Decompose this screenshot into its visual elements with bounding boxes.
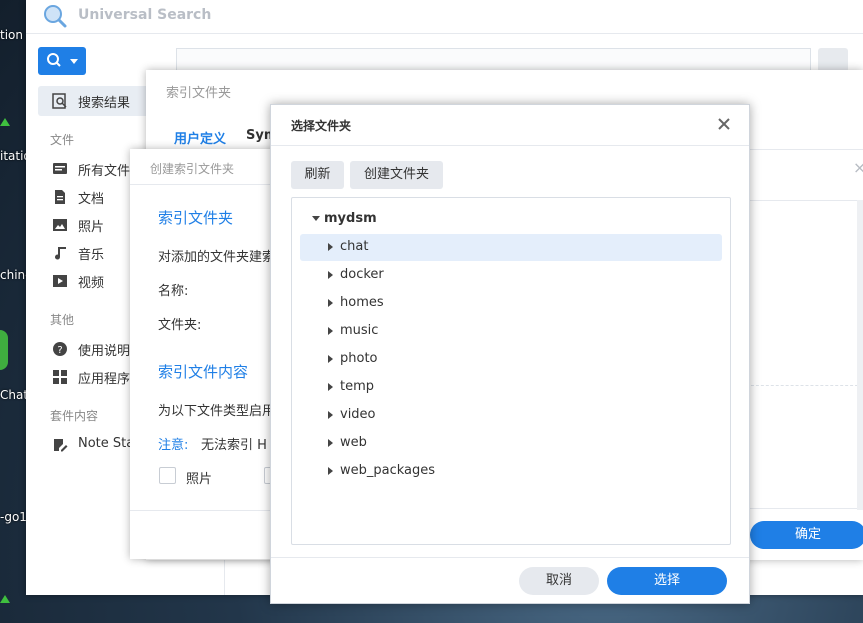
tree-item-label: docker bbox=[340, 267, 384, 282]
create-index-folder-dialog: 创建索引文件夹 索引文件夹 对添加的文件夹建索 名称: 文件夹: 索引文件内容 … bbox=[130, 149, 290, 559]
svg-text:?: ? bbox=[57, 345, 62, 356]
divider bbox=[746, 385, 863, 386]
search-results-icon bbox=[52, 93, 67, 109]
desktop-app-icon[interactable] bbox=[0, 330, 8, 370]
sidebar-item-label: 文档 bbox=[78, 192, 105, 207]
folder-description: 对添加的文件夹建索 bbox=[158, 250, 276, 265]
titlebar: Universal Search bbox=[26, 0, 863, 34]
sidebar-item-label: 视频 bbox=[78, 276, 105, 291]
universal-search-logo-icon bbox=[44, 5, 67, 28]
desktop-arrow-icon bbox=[0, 595, 10, 603]
toolbar-button[interactable] bbox=[818, 48, 848, 72]
sidebar-item-label: 应用程序 bbox=[78, 372, 131, 387]
chevron-right-icon[interactable] bbox=[328, 299, 333, 307]
cancel-button[interactable]: 取消 bbox=[519, 567, 599, 595]
sidebar-section-other: 其他 bbox=[50, 313, 75, 327]
dialog-title: 创建索引文件夹 bbox=[150, 162, 235, 176]
photo-checkbox-label: 照片 bbox=[186, 472, 213, 487]
folder-label: 文件夹: bbox=[158, 318, 202, 333]
all-files-icon bbox=[53, 163, 67, 174]
tree-item-label: music bbox=[340, 323, 379, 338]
desktop-label[interactable]: tion bbox=[0, 28, 23, 42]
tab-user-defined[interactable]: 用户定义 bbox=[174, 128, 226, 147]
desktop-strip: tion itatio chine Chat -go1 bbox=[0, 0, 33, 623]
divider bbox=[130, 510, 290, 511]
tree-item-label: video bbox=[340, 407, 376, 422]
search-icon bbox=[47, 53, 61, 67]
content-description: 为以下文件类型启用 bbox=[158, 404, 276, 419]
tree-item-label: web_packages bbox=[340, 463, 436, 478]
select-folder-dialog: 选择文件夹 刷新 创建文件夹 mydsm chat docker homes m… bbox=[270, 104, 750, 604]
help-icon: ? bbox=[53, 342, 67, 356]
section-title-index-folder: 索引文件夹 bbox=[158, 209, 234, 227]
music-icon bbox=[55, 247, 66, 260]
tree-item-temp[interactable]: temp bbox=[300, 374, 722, 401]
tree-item-label: temp bbox=[340, 379, 375, 394]
search-button[interactable] bbox=[38, 47, 86, 75]
sidebar-item-label: 照片 bbox=[78, 220, 105, 235]
dialog-title: 选择文件夹 bbox=[291, 119, 352, 133]
tree-item-chat[interactable]: chat bbox=[300, 234, 722, 261]
chevron-right-icon[interactable] bbox=[328, 439, 333, 447]
tree-root-label: mydsm bbox=[324, 211, 377, 226]
chevron-right-icon[interactable] bbox=[328, 383, 333, 391]
sidebar-item-label: 所有文件 bbox=[78, 164, 131, 179]
tree-item-label: photo bbox=[340, 351, 378, 366]
desktop-label[interactable]: -go1 bbox=[0, 510, 27, 524]
chevron-right-icon[interactable] bbox=[328, 327, 333, 335]
tree-item-music[interactable]: music bbox=[300, 318, 722, 345]
note-text: 无法索引 H bbox=[201, 438, 267, 453]
refresh-button[interactable]: 刷新 bbox=[291, 161, 344, 189]
tree-item-homes[interactable]: homes bbox=[300, 290, 722, 317]
folder-tree: mydsm chat docker homes music photo temp bbox=[291, 197, 731, 545]
photo-checkbox[interactable] bbox=[159, 467, 176, 484]
desktop-arrow-icon bbox=[0, 118, 10, 126]
sidebar-item-label: 音乐 bbox=[78, 248, 105, 263]
sidebar-section-plugins: 套件内容 bbox=[50, 409, 99, 423]
tree-item-web[interactable]: web bbox=[300, 430, 722, 457]
chevron-down-icon bbox=[70, 59, 78, 64]
tree-item-web-packages[interactable]: web_packages bbox=[300, 458, 722, 485]
tree-item-label: chat bbox=[340, 239, 369, 254]
tree-item-label: web bbox=[340, 435, 367, 450]
create-folder-button[interactable]: 创建文件夹 bbox=[350, 161, 443, 189]
tree-item-video[interactable]: video bbox=[300, 402, 722, 429]
sidebar-item-label: 搜索结果 bbox=[78, 96, 131, 111]
name-label: 名称: bbox=[158, 284, 189, 299]
divider bbox=[271, 557, 749, 558]
divider bbox=[746, 200, 863, 201]
tree-item-label: homes bbox=[340, 295, 384, 310]
scrollbar[interactable] bbox=[857, 200, 863, 510]
photo-icon bbox=[53, 219, 67, 231]
note-icon bbox=[54, 439, 68, 452]
close-icon[interactable]: × bbox=[853, 158, 863, 177]
note-label: 注意: bbox=[158, 438, 189, 453]
sidebar-item-label: 使用说明 bbox=[78, 344, 131, 359]
chevron-right-icon[interactable] bbox=[328, 271, 333, 279]
video-icon bbox=[53, 275, 67, 287]
desktop-label[interactable]: Chat bbox=[0, 388, 28, 402]
chevron-right-icon[interactable] bbox=[328, 355, 333, 363]
window-title: Universal Search bbox=[78, 7, 212, 23]
dialog-title: 索引文件夹 bbox=[166, 86, 232, 101]
chevron-right-icon[interactable] bbox=[328, 243, 333, 251]
document-icon bbox=[55, 190, 65, 204]
chevron-right-icon[interactable] bbox=[328, 411, 333, 419]
confirm-button[interactable]: 确定 bbox=[750, 521, 863, 549]
search-input[interactable] bbox=[176, 48, 811, 72]
apps-icon bbox=[53, 370, 67, 384]
chevron-right-icon[interactable] bbox=[328, 467, 333, 475]
tree-item-photo[interactable]: photo bbox=[300, 346, 722, 373]
sidebar-item-label: Note Sta bbox=[78, 436, 135, 451]
chevron-down-icon[interactable] bbox=[312, 216, 320, 221]
divider bbox=[746, 508, 863, 509]
select-button[interactable]: 选择 bbox=[607, 567, 727, 595]
close-icon[interactable] bbox=[715, 115, 733, 133]
tree-item-docker[interactable]: docker bbox=[300, 262, 722, 289]
sidebar-section-files: 文件 bbox=[50, 133, 75, 147]
section-title-content: 索引文件内容 bbox=[158, 363, 249, 381]
